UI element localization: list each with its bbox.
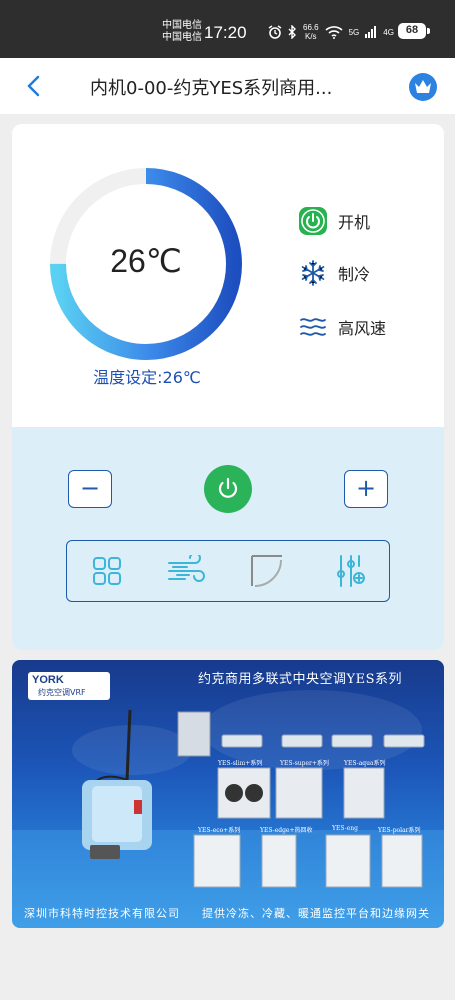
banner-artwork bbox=[12, 690, 444, 928]
banner-title: 约克商用多联式中央空调YES系列 bbox=[198, 672, 402, 687]
setpoint-label: 温度设定:26℃ bbox=[93, 368, 201, 387]
swing-button[interactable] bbox=[247, 551, 287, 591]
power-icon bbox=[218, 477, 238, 498]
york-logo: YORK bbox=[32, 674, 64, 686]
fan-speed-button[interactable] bbox=[167, 551, 207, 591]
crown-icon bbox=[415, 80, 431, 93]
status-mode: 制冷 bbox=[298, 258, 418, 288]
mode-status-label: 制冷 bbox=[338, 265, 371, 284]
function-bar bbox=[66, 540, 390, 602]
settings-button[interactable] bbox=[331, 551, 371, 591]
bluetooth-icon bbox=[288, 25, 297, 39]
sliders-icon bbox=[337, 555, 365, 587]
control-panel: − + bbox=[12, 427, 444, 650]
increase-temp-button[interactable]: + bbox=[344, 470, 388, 508]
swing-louver-icon bbox=[251, 555, 282, 587]
unit-label: YES-eco+系列 bbox=[198, 827, 241, 834]
product-banner[interactable]: YORK 约克空调VRF 约克商用多联式中央空调YES系列 YES-slim+系… bbox=[12, 660, 444, 928]
power-button[interactable] bbox=[204, 465, 252, 513]
unit-label: YES-aqua系列 bbox=[344, 760, 386, 767]
clock: 17:20 bbox=[204, 23, 247, 42]
power-status-label: 开机 bbox=[338, 213, 371, 232]
wifi-icon bbox=[325, 25, 343, 39]
carrier-2: 中国电信 bbox=[162, 32, 202, 43]
banner-footer-company: 深圳市科特时控技术有限公司 bbox=[24, 907, 180, 920]
mode-button[interactable] bbox=[87, 551, 127, 591]
wind-icon bbox=[168, 555, 205, 582]
decrease-temp-button[interactable]: − bbox=[68, 470, 112, 508]
carrier-1: 中国电信 bbox=[162, 20, 202, 31]
speed-value: 66.6 bbox=[303, 23, 319, 32]
unit-label: YES-super+系列 bbox=[280, 760, 329, 767]
unit-label: YES-eng bbox=[332, 825, 358, 832]
signal-tag-5g: 5G bbox=[348, 27, 360, 37]
status-power: 开机 bbox=[298, 206, 418, 236]
unit-label: YES-polar系列 bbox=[378, 827, 421, 834]
status-fan: 高风速 bbox=[298, 312, 418, 342]
current-temperature: 26℃ bbox=[110, 243, 182, 279]
fan-status-label: 高风速 bbox=[338, 319, 387, 338]
signal-icon bbox=[365, 26, 377, 38]
nav-bar: 内机0-00-约克YES系列商用... bbox=[0, 58, 455, 114]
back-button[interactable] bbox=[22, 74, 46, 98]
battery-indicator: 68 bbox=[398, 23, 426, 39]
carrier-info: 中国电信 中国电信 bbox=[162, 20, 202, 44]
snowflake-icon bbox=[298, 258, 328, 288]
unit-label: YES-slim+系列 bbox=[218, 760, 263, 767]
banner-footer-slogan: 提供冷冻、冷藏、暖通监控平台和边缘网关 bbox=[202, 907, 430, 920]
unit-label: YES-edge+热回收 bbox=[260, 827, 313, 834]
speed-unit: K/s bbox=[305, 32, 317, 41]
grid-icon bbox=[93, 557, 121, 585]
status-icons: 66.6 K/s 5G 4G bbox=[268, 22, 412, 42]
page-title: 内机0-00-约克YES系列商用... bbox=[90, 78, 333, 99]
york-logo-box: YORK 约克空调VRF bbox=[28, 672, 110, 700]
network-speed: 66.6 K/s bbox=[303, 23, 319, 41]
york-logo-subtitle: 约克空调VRF bbox=[38, 688, 86, 697]
thermostat-card: 26℃ 温度设定:26℃ 开机 制冷 高风速 − + bbox=[12, 124, 444, 650]
power-status-icon bbox=[298, 206, 328, 236]
alarm-icon bbox=[268, 25, 282, 39]
battery-tip bbox=[427, 28, 430, 34]
status-bar: 中国电信 中国电信 17:20 66.6 K/s 5G 4G 68 bbox=[0, 0, 455, 58]
vip-button[interactable] bbox=[409, 73, 437, 101]
wind-waves-icon bbox=[298, 312, 328, 342]
signal-tag-4g: 4G bbox=[383, 27, 394, 37]
chevron-left-icon bbox=[27, 75, 40, 97]
